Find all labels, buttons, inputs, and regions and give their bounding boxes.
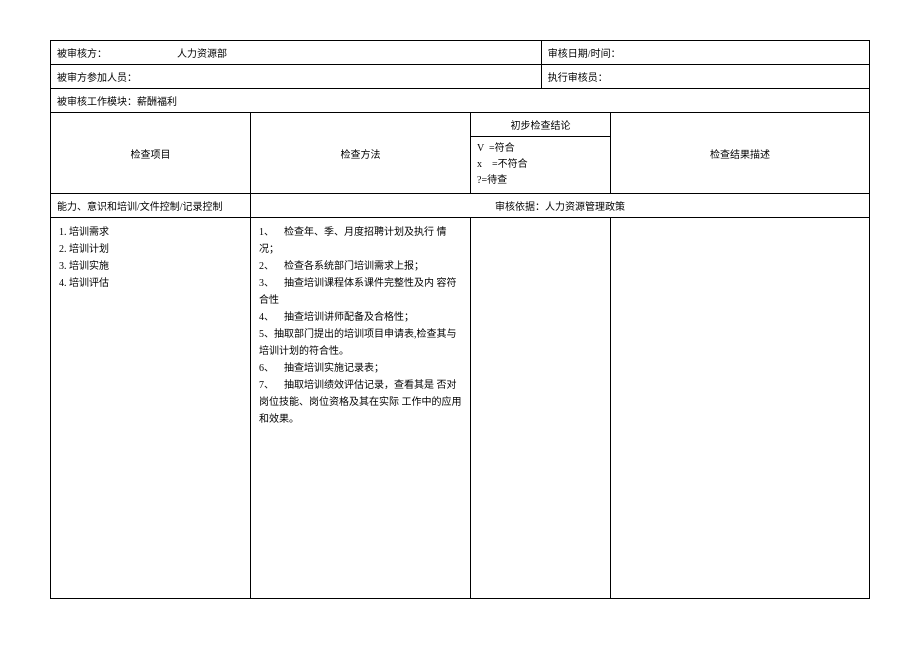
cell-module: 被审核工作模块： 薪酬福利 [51, 89, 869, 112]
auditee-label: 被审核方： [57, 45, 147, 60]
col-header-result: 检查结果描述 [611, 113, 869, 193]
cell-date: 审核日期/时间： [542, 41, 869, 64]
module-label: 被审核工作模块： [57, 93, 137, 108]
auditor-label: 执行审核员： [548, 69, 608, 84]
audit-form: 被审核方： 人力资源部 审核日期/时间： 被审方参加人员： 执行审核员： 被审核… [50, 40, 870, 599]
row-section: 能力、意识和培训/文件控制/记录控制 审核依据：人力资源管理政策 [51, 194, 869, 218]
cell-auditee: 被审核方： 人力资源部 [51, 41, 542, 64]
cell-participants: 被审方参加人员： [51, 65, 542, 88]
body-items: 1. 培训需求 2. 培训计划 3. 培训实施 4. 培训评估 [51, 218, 251, 598]
row-auditee: 被审核方： 人力资源部 审核日期/时间： [51, 41, 869, 65]
body-result [611, 218, 869, 598]
body-prelim [471, 218, 611, 598]
row-module: 被审核工作模块： 薪酬福利 [51, 89, 869, 113]
cell-auditor: 执行审核员： [542, 65, 869, 88]
section-left: 能力、意识和培训/文件控制/记录控制 [51, 194, 251, 217]
date-label: 审核日期/时间： [548, 45, 621, 60]
row-body: 1. 培训需求 2. 培训计划 3. 培训实施 4. 培训评估 1、 检查年、季… [51, 218, 869, 598]
section-right: 审核依据：人力资源管理政策 [251, 194, 869, 217]
col-header-prelim: 初步检查结论 V =符合 x =不符合 ?=待查 [471, 113, 611, 193]
prelim-title: 初步检查结论 [471, 113, 610, 137]
row-participants: 被审方参加人员： 执行审核员： [51, 65, 869, 89]
auditee-value: 人力资源部 [177, 45, 227, 60]
col-header-item: 检查项目 [51, 113, 251, 193]
row-column-headers: 检查项目 检查方法 初步检查结论 V =符合 x =不符合 ?=待查 检查结果描… [51, 113, 869, 194]
body-methods: 1、 检查年、季、月度招聘计划及执行 情况； 2、 检查各系统部门培训需求上报；… [251, 218, 471, 598]
prelim-legend: V =符合 x =不符合 ?=待查 [471, 137, 610, 193]
participants-label: 被审方参加人员： [57, 69, 137, 84]
module-value: 薪酬福利 [137, 93, 177, 108]
col-header-method: 检查方法 [251, 113, 471, 193]
